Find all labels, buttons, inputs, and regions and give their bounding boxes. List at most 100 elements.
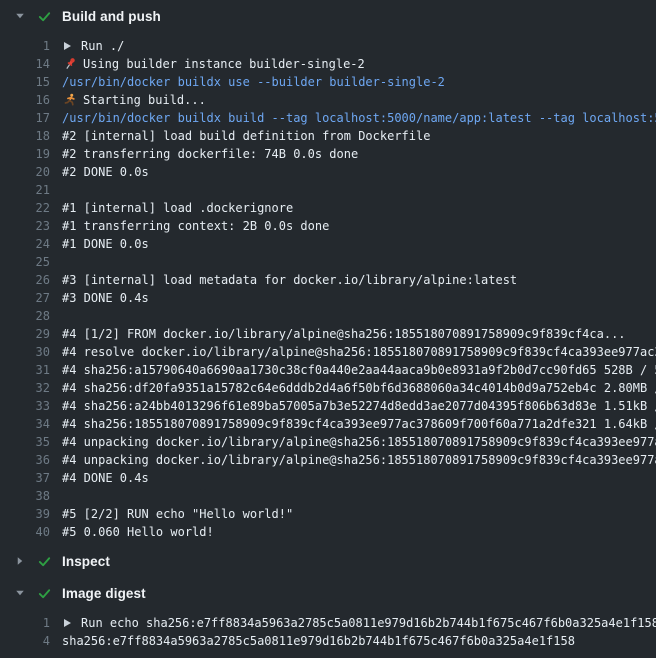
- section-header[interactable]: Inspect: [0, 545, 656, 577]
- log-line: 22#1 [internal] load .dockerignore: [0, 199, 656, 217]
- log-text: #4 unpacking docker.io/library/alpine@sh…: [62, 451, 656, 469]
- line-number[interactable]: 16: [0, 91, 62, 109]
- log-text: #3 [internal] load metadata for docker.i…: [62, 271, 517, 289]
- log-text: Run echo sha256:e7ff8834a5963a2785c5a081…: [81, 614, 656, 632]
- section-title: Image digest: [62, 586, 146, 601]
- log-line: 31#4 sha256:a15790640a6690aa1730c38cf0a4…: [0, 361, 656, 379]
- line-number[interactable]: 20: [0, 163, 62, 181]
- check-icon: [36, 8, 52, 24]
- log-line: 20#2 DONE 0.0s: [0, 163, 656, 181]
- line-number[interactable]: 27: [0, 289, 62, 307]
- log-text: #2 transferring dockerfile: 74B 0.0s don…: [62, 145, 358, 163]
- play-arrow-icon[interactable]: [62, 41, 73, 52]
- line-number[interactable]: 26: [0, 271, 62, 289]
- line-number[interactable]: 19: [0, 145, 62, 163]
- line-number[interactable]: 24: [0, 235, 62, 253]
- line-number[interactable]: 30: [0, 343, 62, 361]
- line-number[interactable]: 18: [0, 127, 62, 145]
- line-number[interactable]: 25: [0, 253, 62, 271]
- log-text: #4 DONE 0.4s: [62, 469, 149, 487]
- line-number[interactable]: 1: [0, 37, 62, 55]
- log-line: 17/usr/bin/docker buildx build --tag loc…: [0, 109, 656, 127]
- log-text: sha256:e7ff8834a5963a2785c5a0811e979d16b…: [62, 632, 575, 650]
- line-number[interactable]: 36: [0, 451, 62, 469]
- check-icon: [36, 585, 52, 601]
- log-line: 15/usr/bin/docker buildx use --builder b…: [0, 73, 656, 91]
- section-header[interactable]: Build and push: [0, 0, 656, 32]
- line-number[interactable]: 35: [0, 433, 62, 451]
- line-number[interactable]: 33: [0, 397, 62, 415]
- workflow-log-viewer: Build and push1Run ./14Using builder ins…: [0, 0, 656, 658]
- section-title: Inspect: [62, 554, 110, 569]
- log-text: #1 transferring context: 2B 0.0s done: [62, 217, 329, 235]
- log-line: 39#5 [2/2] RUN echo "Hello world!": [0, 505, 656, 523]
- line-number[interactable]: 17: [0, 109, 62, 127]
- log-line: 21: [0, 181, 656, 199]
- log-line: 32#4 sha256:df20fa9351a15782c64e6dddb2d4…: [0, 379, 656, 397]
- line-number[interactable]: 31: [0, 361, 62, 379]
- log-line: 33#4 sha256:a24bb4013296f61e89ba57005a7b…: [0, 397, 656, 415]
- chevron-down-icon: [12, 8, 28, 24]
- line-number[interactable]: 39: [0, 505, 62, 523]
- chevron-right-icon: [12, 553, 28, 569]
- log-line: 18#2 [internal] load build definition fr…: [0, 127, 656, 145]
- log-text: #2 [internal] load build definition from…: [62, 127, 430, 145]
- log-text: #5 0.060 Hello world!: [62, 523, 214, 541]
- line-number[interactable]: 4: [0, 632, 62, 650]
- runner-icon: [62, 93, 77, 108]
- check-icon: [36, 553, 52, 569]
- line-number[interactable]: 28: [0, 307, 62, 325]
- log-text: #2 DONE 0.0s: [62, 163, 149, 181]
- line-number[interactable]: 22: [0, 199, 62, 217]
- log-line: 30#4 resolve docker.io/library/alpine@sh…: [0, 343, 656, 361]
- log-line: 23#1 transferring context: 2B 0.0s done: [0, 217, 656, 235]
- line-number[interactable]: 38: [0, 487, 62, 505]
- log-text: #1 [internal] load .dockerignore: [62, 199, 293, 217]
- log-line: 19#2 transferring dockerfile: 74B 0.0s d…: [0, 145, 656, 163]
- log-text: #5 [2/2] RUN echo "Hello world!": [62, 505, 293, 523]
- log-text: #4 resolve docker.io/library/alpine@sha2…: [62, 343, 656, 361]
- log-section: Image digest1 Run echo sha256:e7ff8834a59…: [0, 577, 656, 654]
- log-line: 4sha256:e7ff8834a5963a2785c5a0811e979d16…: [0, 632, 656, 650]
- log-text: #4 sha256:df20fa9351a15782c64e6dddb2d4a6…: [62, 379, 656, 397]
- line-number[interactable]: 34: [0, 415, 62, 433]
- log-line: 16 Starting build...: [0, 91, 656, 109]
- log-text: Starting build...: [83, 91, 206, 109]
- log-line: 29#4 [1/2] FROM docker.io/library/alpine…: [0, 325, 656, 343]
- log-line: 37#4 DONE 0.4s: [0, 469, 656, 487]
- line-number[interactable]: 40: [0, 523, 62, 541]
- log-section: Build and push1 Run ./ 14 Using builder ins…: [0, 0, 656, 545]
- log-line: 36#4 unpacking docker.io/library/alpine@…: [0, 451, 656, 469]
- section-title: Build and push: [62, 9, 161, 24]
- log-text: #1 DONE 0.0s: [62, 235, 149, 253]
- log-text: #4 sha256:185518070891758909c9f839cf4ca3…: [62, 415, 656, 433]
- log-line: 24#1 DONE 0.0s: [0, 235, 656, 253]
- log-line: 1 Run echo sha256:e7ff8834a5963a2785c5a08…: [0, 614, 656, 632]
- log-line: 27#3 DONE 0.4s: [0, 289, 656, 307]
- line-number[interactable]: 29: [0, 325, 62, 343]
- log-text: /usr/bin/docker buildx use --builder bui…: [62, 73, 445, 91]
- line-number[interactable]: 14: [0, 55, 62, 73]
- line-number[interactable]: 15: [0, 73, 62, 91]
- log-line: 1 Run ./: [0, 37, 656, 55]
- log-text: Run ./: [81, 37, 124, 55]
- log-section: Inspect: [0, 545, 656, 577]
- log-text: Using builder instance builder-single-2: [83, 55, 365, 73]
- section-header[interactable]: Image digest: [0, 577, 656, 609]
- log-line: 25: [0, 253, 656, 271]
- log-line: 26#3 [internal] load metadata for docker…: [0, 271, 656, 289]
- log-line: 40#5 0.060 Hello world!: [0, 523, 656, 541]
- play-arrow-icon[interactable]: [62, 618, 73, 629]
- pushpin-icon: [62, 57, 77, 72]
- line-number[interactable]: 1: [0, 614, 62, 632]
- chevron-down-icon: [12, 585, 28, 601]
- line-number[interactable]: 23: [0, 217, 62, 235]
- line-number[interactable]: 21: [0, 181, 62, 199]
- log-line: 34#4 sha256:185518070891758909c9f839cf4c…: [0, 415, 656, 433]
- log-text: #4 [1/2] FROM docker.io/library/alpine@s…: [62, 325, 626, 343]
- line-number[interactable]: 32: [0, 379, 62, 397]
- log-lines: 1 Run echo sha256:e7ff8834a5963a2785c5a08…: [0, 609, 656, 654]
- log-text: #4 sha256:a24bb4013296f61e89ba57005a7b3e…: [62, 397, 656, 415]
- log-text: #4 sha256:a15790640a6690aa1730c38cf0a440…: [62, 361, 656, 379]
- line-number[interactable]: 37: [0, 469, 62, 487]
